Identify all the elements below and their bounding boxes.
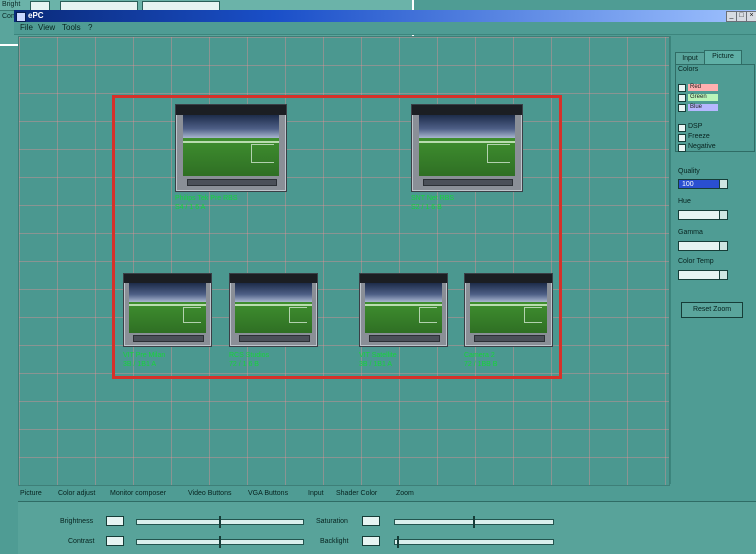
quality-spinner[interactable]: 100 bbox=[678, 179, 728, 189]
blue-chip: Blue bbox=[688, 104, 718, 111]
quality-label: Quality bbox=[678, 168, 700, 175]
monitor-4-channel: 72 / 1 6 B bbox=[229, 361, 259, 368]
backlight-label: Backlight bbox=[320, 538, 349, 545]
backlight-value-box[interactable] bbox=[362, 536, 380, 546]
color-temp-label: Color Temp bbox=[678, 258, 714, 265]
monitor-screen bbox=[129, 282, 206, 334]
contrast-value-box[interactable] bbox=[106, 536, 124, 546]
negative-label: Negative bbox=[688, 143, 716, 150]
menu-tools[interactable]: Tools bbox=[62, 22, 81, 34]
monitor-bezel bbox=[360, 274, 447, 283]
hue-spinner[interactable] bbox=[678, 210, 728, 220]
monitor-tile-4[interactable] bbox=[229, 273, 318, 347]
monitor-tile-3[interactable] bbox=[123, 273, 212, 347]
background-label-bright: Bright bbox=[2, 1, 21, 8]
monitor-tile-6[interactable] bbox=[464, 273, 553, 347]
monitor-status-bar bbox=[473, 335, 546, 342]
monitor-bezel bbox=[412, 105, 522, 116]
monitor-5-name: VIT Satellite bbox=[359, 352, 397, 359]
spinner-arrow-icon[interactable] bbox=[719, 242, 727, 250]
red-chip: Red bbox=[688, 84, 718, 91]
tab-monitor-composer[interactable]: Monitor composer bbox=[110, 489, 166, 499]
menu-bar: File View Tools ? bbox=[14, 22, 756, 35]
monitor-screen bbox=[418, 115, 516, 176]
monitor-bezel bbox=[124, 274, 211, 283]
spinner-arrow-icon[interactable] bbox=[719, 271, 727, 279]
brightness-label: Brightness bbox=[60, 518, 94, 525]
freeze-label: Freeze bbox=[688, 133, 710, 140]
monitor-bezel bbox=[230, 274, 317, 283]
slider-panel: Brightness Contrast Saturation Backlight bbox=[18, 502, 756, 554]
saturation-label: Saturation bbox=[316, 518, 348, 525]
monitor-4-name: RCS Studios bbox=[229, 352, 270, 359]
red-checkbox[interactable] bbox=[678, 84, 686, 92]
monitor-5-channel: 3B / 1B1 A bbox=[359, 361, 393, 368]
blue-checkbox[interactable] bbox=[678, 104, 686, 112]
green-checkbox[interactable] bbox=[678, 94, 686, 102]
tab-video-buttons[interactable]: Video Buttons bbox=[188, 489, 231, 499]
monitor-3-name: VIT Pre Milan bbox=[123, 352, 166, 359]
monitor-tile-1[interactable] bbox=[175, 104, 287, 192]
backlight-slider[interactable] bbox=[394, 539, 554, 545]
monitor-tile-5[interactable] bbox=[359, 273, 448, 347]
monitor-status-bar bbox=[132, 335, 205, 342]
monitor-status-bar bbox=[238, 335, 311, 342]
tab-shader-color[interactable]: Shader Color bbox=[336, 489, 377, 499]
tab-zoom[interactable]: Zoom bbox=[396, 489, 414, 499]
dsp-label: DSP bbox=[688, 123, 703, 130]
window-title: ePC bbox=[28, 11, 44, 20]
window-titlebar[interactable]: ePC _ □ × bbox=[14, 10, 756, 22]
contrast-slider-thumb[interactable] bbox=[219, 536, 221, 548]
monitor-3-channel: 3B / 1B1 A bbox=[123, 361, 157, 368]
monitor-tile-2[interactable] bbox=[411, 104, 523, 192]
menu-help[interactable]: ? bbox=[88, 22, 92, 34]
gamma-spinner[interactable] bbox=[678, 241, 728, 251]
monitor-screen bbox=[365, 282, 442, 334]
monitor-status-bar bbox=[423, 178, 513, 186]
app-icon bbox=[16, 12, 26, 22]
dsp-checkbox[interactable] bbox=[678, 124, 686, 132]
monitor-bezel bbox=[465, 274, 552, 283]
monitor-screen bbox=[182, 115, 280, 176]
colors-title: Colors bbox=[678, 66, 699, 73]
spinner-arrow-icon[interactable] bbox=[719, 180, 727, 188]
bottom-tab-bar: Picture Color adjust Monitor composer Vi… bbox=[18, 487, 756, 502]
monitor-1-name: Philips Tek Pre RBS bbox=[175, 195, 238, 202]
tab-picture-bottom[interactable]: Picture bbox=[20, 489, 42, 499]
monitor-6-name: Camera 2 bbox=[464, 352, 495, 359]
brightness-slider-thumb[interactable] bbox=[219, 516, 221, 528]
menu-view[interactable]: View bbox=[38, 22, 55, 34]
close-button[interactable]: × bbox=[746, 11, 756, 22]
monitor-1-channel: S4 / 1 6 A bbox=[175, 204, 206, 211]
quality-value: 100 bbox=[682, 181, 694, 188]
tab-vga-buttons[interactable]: VGA Buttons bbox=[248, 489, 288, 499]
saturation-slider-thumb[interactable] bbox=[473, 516, 475, 528]
hue-label: Hue bbox=[678, 198, 691, 205]
spinner-arrow-icon[interactable] bbox=[719, 211, 727, 219]
monitor-bezel bbox=[176, 105, 286, 116]
reset-zoom-button[interactable]: Reset Zoom bbox=[681, 302, 743, 318]
tab-picture[interactable]: Picture bbox=[704, 50, 742, 65]
monitor-status-bar bbox=[368, 335, 441, 342]
green-chip: Green bbox=[688, 94, 718, 101]
brightness-value-box[interactable] bbox=[106, 516, 124, 526]
gamma-label: Gamma bbox=[678, 229, 703, 236]
color-temp-spinner[interactable] bbox=[678, 270, 728, 280]
monitor-screen bbox=[470, 282, 547, 334]
monitor-6-channel: 72 / 1BB B bbox=[464, 361, 498, 368]
contrast-label: Contrast bbox=[68, 538, 95, 545]
saturation-value-box[interactable] bbox=[362, 516, 380, 526]
tab-input[interactable]: Input bbox=[308, 489, 324, 499]
monitor-screen bbox=[235, 282, 312, 334]
tab-color-adjust[interactable]: Color adjust bbox=[58, 489, 95, 499]
monitor-2-channel: S2 / 1 6 B bbox=[411, 204, 442, 211]
monitor-2-name: SNT Net RBS bbox=[411, 195, 455, 202]
negative-checkbox[interactable] bbox=[678, 144, 686, 152]
monitor-status-bar bbox=[187, 178, 277, 186]
freeze-checkbox[interactable] bbox=[678, 134, 686, 142]
menu-file[interactable]: File bbox=[20, 22, 33, 34]
right-panel: Input Picture Colors Red Green Blue DSP … bbox=[670, 36, 756, 484]
backlight-slider-thumb[interactable] bbox=[397, 536, 400, 548]
